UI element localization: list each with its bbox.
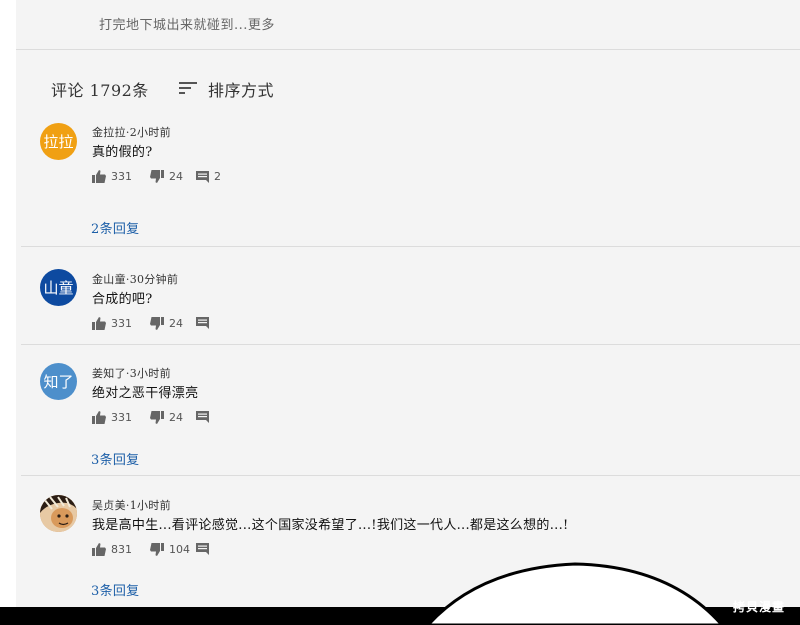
avatar[interactable]: 拉拉: [40, 123, 77, 160]
thumbs-down-icon: [150, 543, 164, 556]
like-button[interactable]: 831: [92, 543, 132, 556]
divider: [16, 49, 800, 50]
reply-count: 2: [214, 170, 221, 183]
reply-button[interactable]: [196, 543, 209, 555]
comment-count: 评论 1792条: [51, 81, 149, 100]
like-count: 831: [111, 543, 132, 556]
thumbs-up-icon: [92, 543, 106, 556]
avatar[interactable]: 知了: [40, 363, 77, 400]
sort-icon[interactable]: [179, 81, 197, 95]
avatar[interactable]: 山童: [40, 269, 77, 306]
like-count: 331: [111, 317, 132, 330]
like-button[interactable]: 331: [92, 317, 132, 330]
avatar-text: 知了: [43, 373, 74, 391]
dislike-count: 24: [169, 170, 183, 183]
comment-meta: 金山童·30分钟前: [92, 273, 179, 286]
video-description[interactable]: 打完地下城出来就碰到...更多: [99, 14, 275, 33]
sort-button[interactable]: 排序方式: [208, 77, 274, 101]
comment-meta: 姜知了·3小时前: [92, 367, 171, 380]
divider: [21, 475, 800, 476]
thumbs-down-icon: [150, 170, 164, 183]
like-button[interactable]: 331: [92, 411, 132, 424]
thumbs-up-icon: [92, 170, 106, 183]
divider: [21, 246, 800, 247]
thumbs-up-icon: [92, 411, 106, 424]
thumbs-down-icon: [150, 317, 164, 330]
view-replies-link[interactable]: 3条回复: [91, 580, 139, 599]
avatar-illustration-icon: [40, 495, 77, 532]
dislike-button[interactable]: 104: [150, 543, 190, 556]
like-count: 331: [111, 411, 132, 424]
dislike-count: 24: [169, 411, 183, 424]
like-count: 331: [111, 170, 132, 183]
thumbs-down-icon: [150, 411, 164, 424]
divider: [21, 344, 800, 345]
reply-button[interactable]: [196, 317, 209, 329]
comment-text: 合成的吧?: [92, 292, 153, 307]
comment-meta: 吴贞美·1小时前: [92, 499, 171, 512]
dislike-button[interactable]: 24: [150, 411, 183, 424]
comment-icon: [196, 543, 209, 555]
comment-text: 我是高中生...看评论感觉...这个国家没希望了...!我们这一代人...都是这…: [92, 518, 569, 533]
reply-button[interactable]: [196, 411, 209, 423]
dislike-count: 24: [169, 317, 183, 330]
comment-icon: [196, 170, 209, 183]
comment-icon: [196, 411, 209, 423]
view-replies-link[interactable]: 3条回复: [91, 449, 139, 468]
bottom-bar: [0, 607, 800, 625]
comment-meta: 金拉拉·2小时前: [92, 126, 171, 139]
dislike-count: 104: [169, 543, 190, 556]
avatar-text: 拉拉: [43, 133, 74, 151]
comment-icon: [196, 317, 209, 329]
reply-button[interactable]: 2: [196, 170, 221, 183]
watermark: 拷貝漫畫: [733, 600, 786, 614]
thumbs-up-icon: [92, 317, 106, 330]
like-button[interactable]: 331: [92, 170, 132, 183]
comment-text: 真的假的?: [92, 145, 153, 160]
comment-text: 绝对之恶干得漂亮: [92, 386, 199, 401]
avatar-text: 山童: [43, 279, 74, 297]
dislike-button[interactable]: 24: [150, 170, 183, 183]
dislike-button[interactable]: 24: [150, 317, 183, 330]
view-replies-link[interactable]: 2条回复: [91, 218, 139, 237]
avatar[interactable]: [40, 495, 77, 532]
